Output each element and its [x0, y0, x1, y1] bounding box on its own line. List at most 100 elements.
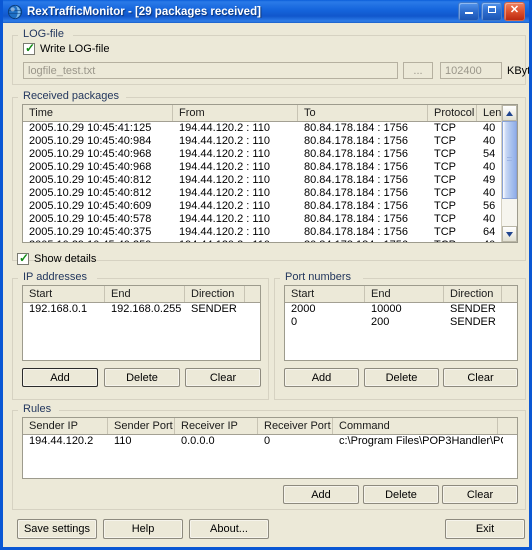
column-header-sender-ip[interactable]: Sender IP: [23, 418, 108, 434]
cell-from: 194.44.120.2 : 110: [179, 148, 270, 160]
column-header-sender-port[interactable]: Sender Port: [108, 418, 175, 434]
cell-direction: SENDER: [191, 303, 237, 315]
column-header-direction[interactable]: Direction: [185, 286, 245, 302]
rules-legend: Rules: [20, 403, 55, 415]
maximize-button[interactable]: [481, 2, 502, 21]
ip-addresses-rows: 192.168.0.1 192.168.0.255 SENDER: [23, 303, 260, 316]
column-header-protocol[interactable]: Protocol: [428, 105, 477, 121]
port-clear-button[interactable]: Clear: [443, 368, 518, 387]
show-details-label: Show details: [34, 253, 97, 265]
port-numbers-header: Start End Direction: [285, 286, 517, 303]
cell-time: 2005.10.29 10:45:40:812: [29, 174, 152, 186]
packages-vertical-scrollbar[interactable]: [501, 105, 517, 242]
column-header-start[interactable]: Start: [23, 286, 105, 302]
chevron-up-icon: [506, 110, 513, 116]
column-header-from[interactable]: From: [173, 105, 298, 121]
column-header-direction[interactable]: Direction: [444, 286, 502, 302]
log-file-size-unit-label: KBytes: [507, 65, 531, 77]
table-row[interactable]: 2005.10.29 10:45:40:375 194.44.120.2 : 1…: [23, 226, 517, 239]
cell-start: 192.168.0.1: [29, 303, 88, 315]
table-row[interactable]: 2005.10.29 10:45:40:359 194.44.120.2 : 1…: [23, 239, 517, 242]
scrollbar-thumb[interactable]: [502, 121, 517, 199]
write-log-file-checkbox-box[interactable]: ✓: [23, 41, 36, 55]
cell-receiver-ip: 0.0.0.0: [181, 435, 215, 447]
cell-to: 80.84.178.184 : 1756: [304, 174, 408, 186]
log-file-path-input[interactable]: logfile_test.txt: [23, 62, 398, 79]
title-bar: RexTrafficMonitor - [29 packages receive…: [3, 0, 529, 23]
rules-delete-button[interactable]: Delete: [363, 485, 439, 504]
write-log-file-checkbox[interactable]: ✓ Write LOG-file: [23, 41, 109, 55]
received-packages-listview[interactable]: Time From To Protocol Length 2005.10.29 …: [22, 104, 518, 243]
port-numbers-rows: 2000 10000 SENDER 0 200 SENDER: [285, 303, 517, 329]
minimize-button[interactable]: [458, 2, 479, 21]
help-button[interactable]: Help: [103, 519, 183, 539]
table-row[interactable]: 2000 10000 SENDER: [285, 303, 517, 316]
column-header-time[interactable]: Time: [23, 105, 173, 121]
cell-time: 2005.10.29 10:45:40:375: [29, 226, 152, 238]
scroll-down-button[interactable]: [502, 226, 517, 242]
cell-time: 2005.10.29 10:45:40:968: [29, 161, 152, 173]
cell-protocol: TCP: [434, 122, 456, 134]
cell-start: 2000: [291, 303, 316, 315]
about-button[interactable]: About...: [189, 519, 269, 539]
ip-delete-button[interactable]: Delete: [104, 368, 180, 387]
close-icon: ✕: [509, 4, 520, 16]
save-settings-button[interactable]: Save settings: [17, 519, 97, 539]
port-delete-button[interactable]: Delete: [364, 368, 439, 387]
column-header-to[interactable]: To: [298, 105, 428, 121]
cell-protocol: TCP: [434, 200, 456, 212]
log-file-size-input[interactable]: 102400: [440, 62, 502, 79]
cell-protocol: TCP: [434, 226, 456, 238]
browse-log-file-button[interactable]: ...: [403, 62, 433, 79]
table-row[interactable]: 2005.10.29 10:45:40:968 194.44.120.2 : 1…: [23, 148, 517, 161]
ip-add-button[interactable]: Add: [22, 368, 98, 387]
rules-add-button[interactable]: Add: [283, 485, 359, 504]
port-add-button[interactable]: Add: [284, 368, 359, 387]
port-numbers-listview[interactable]: Start End Direction 2000 10000 SENDER 0 …: [284, 285, 518, 361]
log-file-legend: LOG-file: [20, 28, 67, 40]
table-row[interactable]: 2005.10.29 10:45:40:984 194.44.120.2 : 1…: [23, 135, 517, 148]
table-row[interactable]: 192.168.0.1 192.168.0.255 SENDER: [23, 303, 260, 316]
table-row[interactable]: 2005.10.29 10:45:40:578 194.44.120.2 : 1…: [23, 213, 517, 226]
cell-from: 194.44.120.2 : 110: [179, 226, 270, 238]
cell-to: 80.84.178.184 : 1756: [304, 213, 408, 225]
table-row[interactable]: 0 200 SENDER: [285, 316, 517, 329]
table-row[interactable]: 2005.10.29 10:45:41:125 194.44.120.2 : 1…: [23, 122, 517, 135]
exit-button[interactable]: Exit: [445, 519, 525, 539]
table-row[interactable]: 194.44.120.2 110 0.0.0.0 0 c:\Program Fi…: [23, 435, 517, 448]
check-icon: ✓: [19, 251, 30, 265]
table-row[interactable]: 2005.10.29 10:45:40:812 194.44.120.2 : 1…: [23, 174, 517, 187]
cell-to: 80.84.178.184 : 1756: [304, 135, 408, 147]
cell-sender-ip: 194.44.120.2: [29, 435, 94, 447]
table-row[interactable]: 2005.10.29 10:45:40:812 194.44.120.2 : 1…: [23, 187, 517, 200]
cell-from: 194.44.120.2 : 110: [179, 213, 270, 225]
globe-icon: [7, 4, 23, 20]
close-button[interactable]: ✕: [504, 2, 525, 21]
cell-from: 194.44.120.2 : 110: [179, 187, 270, 199]
show-details-checkbox-box[interactable]: ✓: [17, 251, 30, 265]
cell-to: 80.84.178.184 : 1756: [298, 239, 428, 242]
column-header-start[interactable]: Start: [285, 286, 365, 302]
cell-receiver-port: 0: [264, 435, 271, 447]
ip-addresses-legend: IP addresses: [20, 271, 91, 283]
column-header-command[interactable]: Command: [333, 418, 498, 434]
column-header-end[interactable]: End: [105, 286, 185, 302]
table-row[interactable]: 2005.10.29 10:45:40:609 194.44.120.2 : 1…: [23, 200, 517, 213]
port-numbers-group: Port numbers Start End Direction 2000 10…: [274, 271, 526, 400]
ip-clear-button[interactable]: Clear: [185, 368, 261, 387]
cell-protocol: TCP: [434, 148, 456, 160]
show-details-checkbox[interactable]: ✓ Show details: [17, 251, 97, 265]
cell-to: 80.84.178.184 : 1756: [304, 200, 408, 212]
application-window: RexTrafficMonitor - [29 packages receive…: [0, 0, 532, 550]
ip-addresses-listview[interactable]: Start End Direction 192.168.0.1 192.168.…: [22, 285, 261, 361]
table-row[interactable]: 2005.10.29 10:45:40:968 194.44.120.2 : 1…: [23, 161, 517, 174]
cell-to: 80.84.178.184 : 1756: [304, 148, 408, 160]
column-header-end[interactable]: End: [365, 286, 444, 302]
maximize-icon: [482, 6, 501, 15]
rules-listview[interactable]: Sender IP Sender Port Receiver IP Receiv…: [22, 417, 518, 479]
column-header-receiver-ip[interactable]: Receiver IP: [175, 418, 258, 434]
check-icon: ✓: [25, 41, 36, 55]
scroll-up-button[interactable]: [502, 105, 517, 121]
column-header-receiver-port[interactable]: Receiver Port: [258, 418, 333, 434]
rules-clear-button[interactable]: Clear: [442, 485, 518, 504]
